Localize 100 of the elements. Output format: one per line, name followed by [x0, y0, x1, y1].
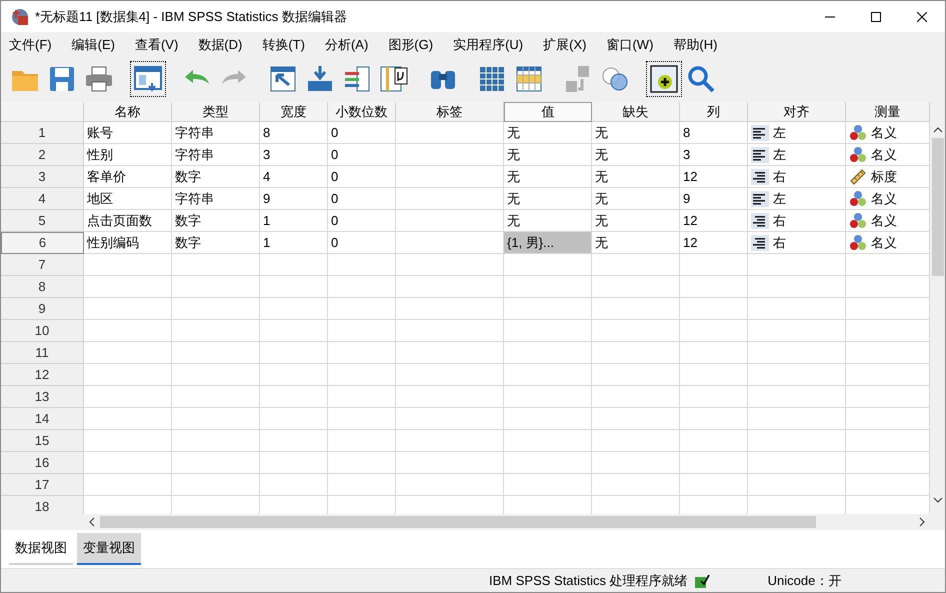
column-header[interactable]: 类型 [172, 102, 260, 122]
toolbar-button[interactable] [130, 61, 166, 97]
table-cell: 数字 [172, 166, 260, 188]
table-cell [260, 386, 328, 408]
three-balls-icon [849, 124, 867, 142]
table-cell: 12 [680, 232, 748, 254]
table-cell [328, 452, 396, 474]
menu-item[interactable]: 编辑(E) [66, 35, 121, 55]
toolbar-button[interactable] [646, 61, 682, 97]
menu-item[interactable]: 窗口(W) [600, 35, 660, 55]
column-header[interactable]: 列 [680, 102, 748, 122]
row-header[interactable]: 13 [1, 386, 84, 408]
app-icon [11, 8, 29, 26]
table-cell [260, 320, 328, 342]
menu-item[interactable]: 数据(D) [192, 35, 248, 55]
column-header[interactable]: 对齐 [748, 102, 846, 122]
menu-item[interactable]: 文件(F) [3, 35, 58, 55]
table-cell [328, 342, 396, 364]
row-header[interactable]: 17 [1, 474, 84, 496]
table-cell [680, 320, 748, 342]
view-tab[interactable]: 变量视图 [77, 533, 141, 565]
table-cell [260, 364, 328, 386]
close-icon [917, 12, 927, 22]
measure-label: 标度 [871, 168, 897, 186]
align-right-icon [751, 168, 769, 184]
row-header[interactable]: 11 [1, 342, 84, 364]
scrollbar-thumb[interactable] [100, 516, 816, 528]
menu-item[interactable]: 分析(A) [318, 35, 374, 55]
table-cell [680, 364, 748, 386]
column-header[interactable]: 宽度 [260, 102, 328, 122]
status-text: IBM SPSS Statistics 处理程序就绪 [489, 572, 688, 590]
table-cell: 无 [592, 188, 680, 210]
measure-label: 名义 [871, 234, 897, 252]
ready-icon [694, 572, 710, 588]
column-header[interactable]: 缺失 [592, 102, 680, 122]
row-header[interactable]: 14 [1, 408, 84, 430]
table-cell: 1 [260, 232, 328, 254]
row-header[interactable]: 10 [1, 320, 84, 342]
table-cell: 数字 [172, 210, 260, 232]
three-balls-icon [849, 190, 867, 208]
alignment-label: 左 [773, 124, 786, 142]
table-cell [260, 452, 328, 474]
table-cell: 12 [680, 210, 748, 232]
table-cell: 4 [260, 166, 328, 188]
table-cell: 无 [592, 144, 680, 166]
row-header[interactable]: 18 [1, 496, 84, 514]
row-header[interactable]: 2 [1, 144, 84, 166]
table-cell: 无 [504, 166, 592, 188]
row-header[interactable]: 16 [1, 452, 84, 474]
menu-item[interactable]: 扩展(X) [537, 35, 592, 55]
measure-label: 名义 [871, 146, 897, 164]
plus-icon [648, 63, 680, 95]
table-cell: 点击页面数 [84, 210, 172, 232]
align-left-icon [751, 146, 769, 162]
measure-label: 名义 [871, 124, 897, 142]
alignment-label: 左 [773, 190, 786, 208]
row-header[interactable]: 1 [1, 122, 84, 144]
table-cell [680, 474, 748, 496]
table-cell [328, 364, 396, 386]
table-cell [328, 276, 396, 298]
column-header[interactable]: 标签 [396, 102, 504, 122]
table-cell: 8 [680, 122, 748, 144]
table-cell: 3 [260, 144, 328, 166]
scrollbar-thumb[interactable] [932, 138, 944, 276]
column-header[interactable]: 小数位数 [328, 102, 396, 122]
column-header[interactable]: 名称 [84, 102, 172, 122]
table-cell [328, 474, 396, 496]
table-cell: 性别 [84, 144, 172, 166]
table-cell [328, 408, 396, 430]
alignment-label: 右 [773, 168, 786, 186]
table-cell: 无 [592, 232, 680, 254]
table-cell [680, 452, 748, 474]
row-header[interactable]: 7 [1, 254, 84, 276]
column-header[interactable]: 测量 [846, 102, 930, 122]
column-header[interactable]: 值 [504, 102, 592, 122]
menu-item[interactable]: 图形(G) [382, 35, 440, 55]
menu-item[interactable]: 转换(T) [256, 35, 311, 55]
table-cell: 0 [328, 188, 396, 210]
table-cell: 客单价 [84, 166, 172, 188]
table-cell: 0 [328, 144, 396, 166]
table-cell [328, 254, 396, 276]
table-cell: 无 [504, 122, 592, 144]
menu-item[interactable]: 查看(V) [128, 35, 184, 55]
row-header[interactable]: 15 [1, 430, 84, 452]
table-cell [328, 320, 396, 342]
table-cell: {1, 男}... [504, 232, 592, 254]
row-header[interactable]: 6 [1, 232, 84, 254]
menu-item[interactable]: 实用程序(U) [447, 35, 530, 55]
row-header[interactable]: 4 [1, 188, 84, 210]
menu-item[interactable]: 帮助(H) [667, 35, 724, 55]
table-cell: 12 [680, 166, 748, 188]
align-right-icon [751, 212, 769, 228]
row-header[interactable]: 9 [1, 298, 84, 320]
row-header[interactable]: 3 [1, 166, 84, 188]
table-cell: 9 [260, 188, 328, 210]
row-header[interactable]: 8 [1, 276, 84, 298]
three-balls-icon [849, 212, 867, 230]
table-cell: 无 [504, 188, 592, 210]
row-header[interactable]: 12 [1, 364, 84, 386]
row-header[interactable]: 5 [1, 210, 84, 232]
